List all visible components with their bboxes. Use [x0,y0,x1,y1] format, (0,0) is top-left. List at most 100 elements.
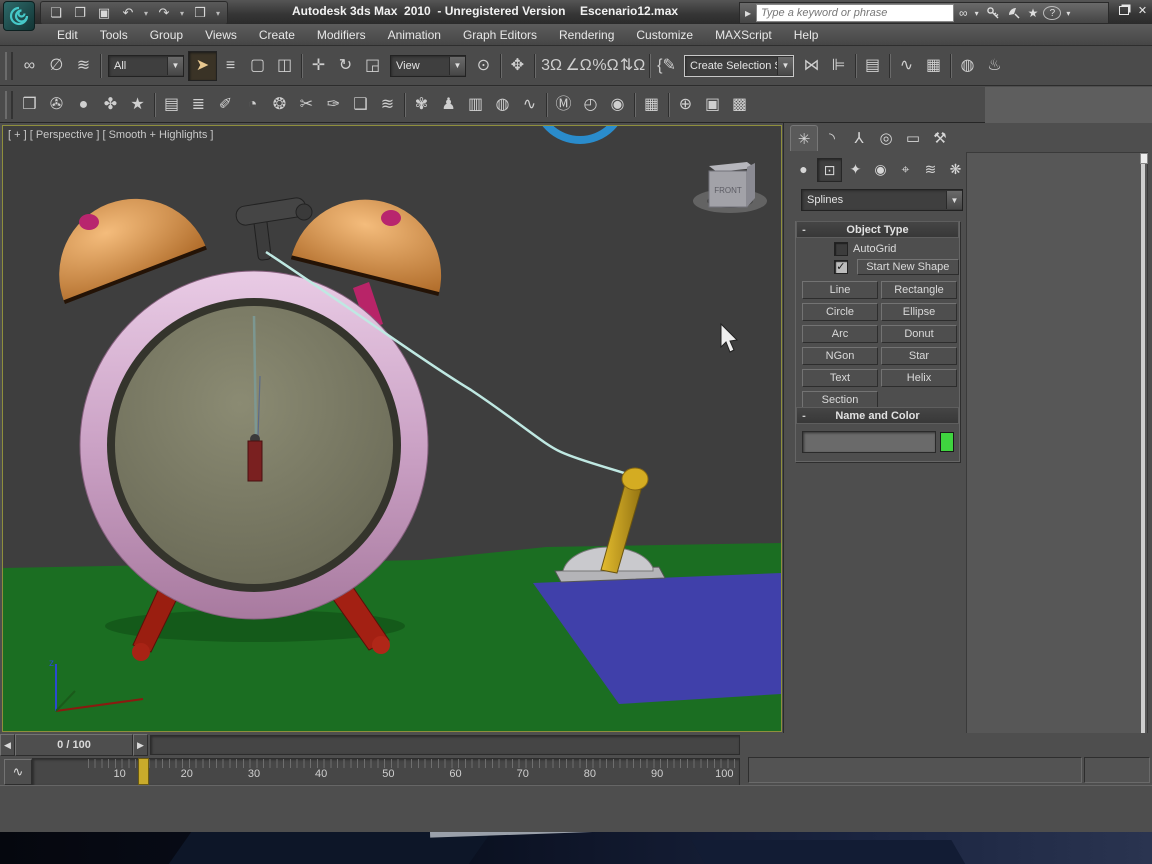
select-by-name-icon[interactable]: ≡ [217,52,244,80]
object-type-button[interactable]: Circle [802,303,878,321]
tab-motion-icon[interactable]: ◎ [873,125,899,150]
select-and-manipulate-icon[interactable]: ✥ [504,52,531,80]
align-icon[interactable]: ⊫ [825,52,852,80]
gauge-m-icon[interactable]: ◴ [577,91,604,119]
shape-subcategory-dropdown[interactable]: Splines ▼ [801,189,963,211]
window-crossing-icon[interactable]: ◫ [271,52,298,80]
sphere-icon[interactable]: ● [70,91,97,119]
chevron-down-icon[interactable]: ▼ [449,56,465,75]
tab-display-icon[interactable]: ▭ [900,125,926,150]
redo-dropdown-icon[interactable]: ▾ [177,4,187,22]
select-and-move-icon[interactable]: ✛ [305,52,332,80]
restore-button[interactable] [1116,3,1131,17]
toolbar-drag-handle[interactable] [5,90,13,119]
bind-to-space-warp-icon[interactable]: ≋ [70,52,97,80]
cloth-icon[interactable]: ✇ [43,91,70,119]
unlink-selection-icon[interactable]: ∅ [43,52,70,80]
separator[interactable] [298,52,305,80]
project-folder-icon[interactable]: ❒ [189,4,211,22]
figure-icon[interactable]: ♟ [435,91,462,119]
layer-manager-icon[interactable]: ▤ [859,52,886,80]
wall-icon[interactable]: ▥ [462,91,489,119]
object-name-field[interactable] [802,431,936,453]
disc-icon[interactable]: ◍ [489,91,516,119]
collapse-icon[interactable]: - [797,224,811,236]
toolbar-drag-handle[interactable] [5,51,13,80]
angle-snap-icon[interactable]: ∠Ω [565,52,592,80]
menu-item[interactable]: Modifiers [306,26,377,44]
name-color-rollout-header[interactable]: - Name and Color [796,407,959,424]
select-and-scale-icon[interactable]: ◲ [359,52,386,80]
magnifier-dots-icon[interactable]: ⊕ [672,91,699,119]
menu-item[interactable]: Edit [46,26,89,44]
tab-modify-icon[interactable]: ◝ [819,125,845,150]
menu-item[interactable]: Graph Editors [452,26,548,44]
knot-icon[interactable]: ✾ [408,91,435,119]
separator[interactable] [543,91,550,119]
next-frame-arrow[interactable]: ▶ [133,734,148,756]
select-and-rotate-icon[interactable]: ↻ [332,52,359,80]
separator[interactable] [531,52,538,80]
panel-scrollbar-thumb[interactable] [1140,153,1148,164]
undo-icon[interactable]: ↶ [117,4,139,22]
category-shapes-icon[interactable]: ⊡ [817,158,842,182]
menu-item[interactable]: MAXScript [704,26,783,44]
separator[interactable] [97,52,104,80]
panel-scrollbar[interactable] [1141,153,1145,782]
menu-item[interactable]: Views [194,26,248,44]
star-shape-icon[interactable]: ★ [124,91,151,119]
search-input[interactable] [756,4,955,22]
favorites-star-icon[interactable]: ★ [1026,5,1041,21]
select-object-icon[interactable]: ➤ [188,50,217,81]
category-lights-icon[interactable]: ✦ [844,158,867,180]
reference-coordinate-dropdown[interactable]: View ▼ [390,54,466,77]
help-dropdown-icon[interactable]: ▾ [1064,5,1072,21]
panel-icon[interactable]: ▤ [158,91,185,119]
menu-item[interactable]: Group [139,26,194,44]
separator[interactable] [401,91,408,119]
separator[interactable] [852,52,859,80]
right-bell-knob[interactable] [381,210,401,226]
binoculars-dropdown-icon[interactable]: ▾ [973,5,981,21]
select-and-link-icon[interactable]: ∞ [16,52,43,80]
viewport-label[interactable]: [ + ] [ Perspective ] [ Smooth + Highlig… [8,129,213,141]
marker-icon[interactable]: ✑ [320,91,347,119]
tab-utilities-icon[interactable]: ⚒ [927,125,953,150]
object-type-button[interactable]: Helix [881,369,957,387]
menu-item[interactable]: Create [248,26,306,44]
gear-icon[interactable]: ❂ [266,91,293,119]
separator[interactable] [947,52,954,80]
primitives-cubes-icon[interactable]: ❒ [16,91,43,119]
separator[interactable] [665,91,672,119]
undo-dropdown-icon[interactable]: ▾ [141,4,151,22]
start-new-shape-checkbox[interactable]: ✓ [834,260,848,274]
alarm-clock-body[interactable] [79,270,429,620]
named-selection-set-dropdown[interactable]: Create Selection Se▼ [684,54,794,77]
mini-curve-editor-button[interactable]: ∿ [4,759,32,785]
menu-item[interactable]: Rendering [548,26,625,44]
project-dropdown-icon[interactable]: ▾ [213,4,223,22]
schematic-view-icon[interactable]: ▦ [920,52,947,80]
material-editor-icon[interactable]: ◍ [954,52,981,80]
rope-icon[interactable]: ∿ [516,91,543,119]
object-type-button[interactable]: Star [881,347,957,365]
tab-hierarchy-icon[interactable]: ⅄ [846,125,872,150]
object-type-button[interactable]: Text [802,369,878,387]
curve-editor-icon[interactable]: ∿ [893,52,920,80]
open-file-icon[interactable]: ❐ [69,4,91,22]
mirror-icon[interactable]: ⋈ [798,52,825,80]
start-new-shape-button[interactable]: Start New Shape [856,259,959,275]
save-file-icon[interactable]: ▣ [93,4,115,22]
object-type-button[interactable]: Ellipse [881,303,957,321]
selection-filter-dropdown[interactable]: All ▼ [108,54,184,77]
chevron-down-icon[interactable]: ▼ [777,56,793,75]
percent-snap-icon[interactable]: %Ω [592,52,619,80]
pie-icon[interactable]: ◔ [239,91,266,119]
collapse-icon[interactable]: - [797,410,811,422]
search-arrow-icon[interactable]: ▸ [743,5,753,21]
object-type-button[interactable]: Rectangle [881,281,957,299]
separator[interactable] [631,91,638,119]
category-geometry-icon[interactable]: ● [792,158,815,180]
snaps-toggle-3d-icon[interactable]: 3Ω [538,52,565,80]
photo-icon[interactable]: ▣ [699,91,726,119]
